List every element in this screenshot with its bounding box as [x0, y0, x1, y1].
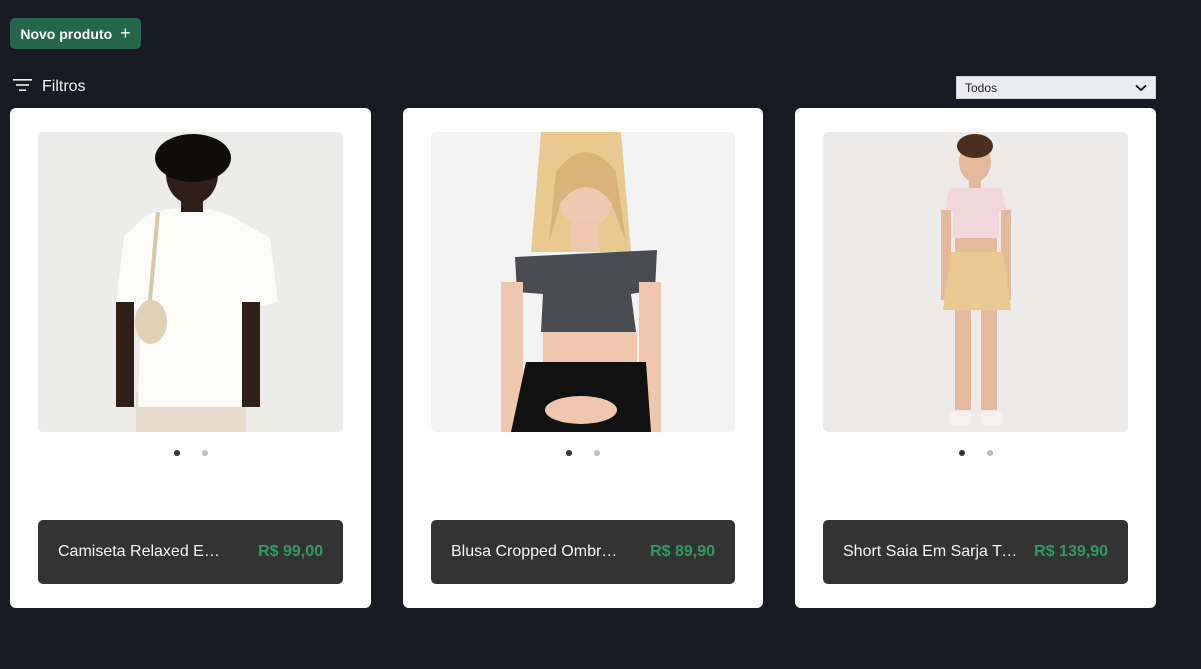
image-carousel-dots — [403, 450, 763, 456]
product-card[interactable]: Blusa Cropped Ombro ... R$ 89,90 — [403, 108, 763, 608]
product-name: Blusa Cropped Ombro ... — [451, 543, 626, 560]
image-carousel-dots — [795, 450, 1156, 456]
product-price: R$ 89,90 — [650, 543, 715, 560]
carousel-dot[interactable] — [986, 450, 993, 456]
filters-label: Filtros — [42, 78, 86, 95]
status-filter-value: Todos — [965, 80, 998, 95]
product-image[interactable] — [823, 132, 1128, 432]
product-image[interactable] — [431, 132, 735, 432]
carousel-dot[interactable] — [173, 450, 180, 456]
product-card[interactable]: Camiseta Relaxed Em ... R$ 99,00 — [10, 108, 371, 608]
plus-icon: + — [120, 23, 131, 43]
product-card[interactable]: Short Saia Em Sarja Tra... R$ 139,90 — [795, 108, 1156, 608]
product-name: Short Saia Em Sarja Tra... — [843, 543, 1018, 560]
filters-toggle[interactable]: Filtros — [13, 76, 86, 98]
status-filter-select[interactable]: Todos — [956, 76, 1156, 99]
new-product-button[interactable]: Novo produto + — [10, 18, 141, 49]
product-price: R$ 99,00 — [258, 543, 323, 560]
product-image[interactable] — [38, 132, 343, 432]
carousel-dot[interactable] — [201, 450, 208, 456]
chevron-down-icon — [1135, 81, 1147, 95]
product-info-bar[interactable]: Short Saia Em Sarja Tra... R$ 139,90 — [823, 520, 1128, 584]
image-carousel-dots — [10, 450, 371, 456]
product-name: Camiseta Relaxed Em ... — [58, 543, 233, 560]
new-product-label: Novo produto — [20, 25, 113, 42]
filter-lines-icon — [13, 78, 32, 97]
carousel-dot[interactable] — [566, 450, 572, 456]
carousel-dot[interactable] — [594, 450, 600, 456]
product-info-bar[interactable]: Blusa Cropped Ombro ... R$ 89,90 — [431, 520, 735, 584]
carousel-dot[interactable] — [958, 450, 965, 456]
product-info-bar[interactable]: Camiseta Relaxed Em ... R$ 99,00 — [38, 520, 343, 584]
product-price: R$ 139,90 — [1034, 543, 1108, 560]
